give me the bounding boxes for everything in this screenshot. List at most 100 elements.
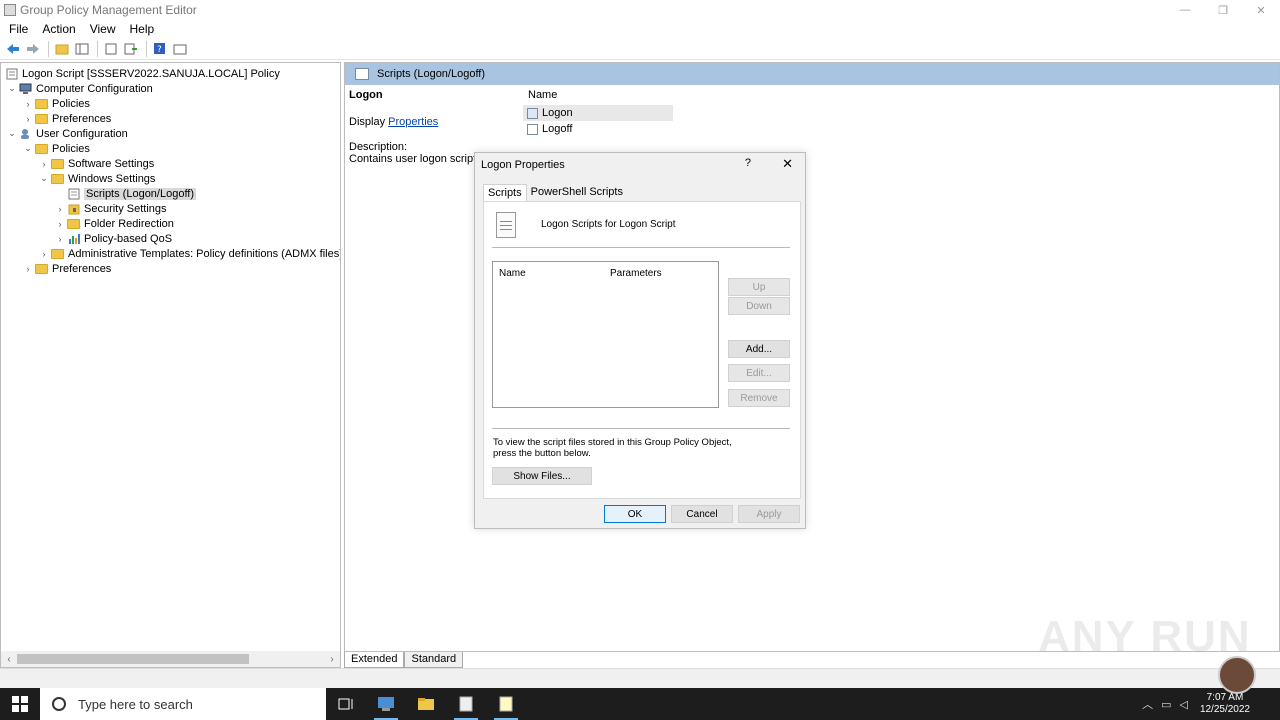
up-button[interactable]: Up [728, 278, 790, 296]
tree-computer-configuration[interactable]: ⌄ Computer Configuration [5, 81, 153, 96]
policy-editor-icon[interactable] [446, 688, 486, 720]
filter-options-icon[interactable] [171, 40, 189, 58]
export-list-icon[interactable] [122, 40, 140, 58]
folder-icon [67, 218, 80, 229]
parameters-column-header[interactable]: Parameters [610, 268, 662, 279]
server-manager-icon[interactable] [366, 688, 406, 720]
folder-icon [35, 113, 48, 124]
menu-bar: File Action View Help [0, 20, 1280, 38]
tree-cc-policies[interactable]: › Policies [21, 96, 90, 111]
network-icon[interactable]: ▭ [1161, 698, 1171, 711]
up-folder-icon[interactable] [53, 40, 71, 58]
chevron-right-icon[interactable]: › [37, 159, 51, 169]
name-column-header[interactable]: Name [499, 268, 526, 279]
scripts-listbox[interactable]: Name Parameters [492, 261, 719, 408]
properties-link[interactable]: Properties [388, 116, 438, 128]
volume-icon[interactable]: ◁ [1179, 698, 1187, 711]
clock-time: 7:07 AM [1206, 692, 1244, 703]
maximize-button[interactable]: ❐ [1204, 0, 1242, 20]
menu-file[interactable]: File [2, 22, 35, 36]
apply-button[interactable]: Apply [738, 505, 800, 523]
file-explorer-icon[interactable] [406, 688, 446, 720]
show-hide-tree-icon[interactable] [73, 40, 91, 58]
script-document-icon [496, 212, 516, 238]
name-column-header[interactable]: Name [523, 89, 673, 105]
divider [492, 428, 790, 429]
search-icon [52, 697, 66, 711]
script-icon [527, 107, 538, 119]
scroll-right-icon[interactable]: › [324, 651, 340, 667]
divider [492, 247, 790, 248]
folder-icon [35, 143, 48, 154]
add-button[interactable]: Add... [728, 340, 790, 358]
properties-icon[interactable] [102, 40, 120, 58]
svg-text:?: ? [157, 45, 162, 55]
chevron-right-icon[interactable]: › [21, 99, 35, 109]
chevron-up-icon[interactable]: ︿ [1142, 696, 1153, 712]
tree-policy-based-qos[interactable]: › Policy-based QoS [53, 231, 173, 246]
notepad-icon[interactable] [486, 688, 526, 720]
tree-uc-preferences[interactable]: › Preferences [21, 261, 112, 276]
cancel-button[interactable]: Cancel [671, 505, 733, 523]
back-icon[interactable] [4, 40, 22, 58]
tree-scripts-logon-logoff[interactable]: Scripts (Logon/Logoff) [53, 186, 197, 201]
list-item-logon[interactable]: Logon [523, 105, 673, 121]
clock[interactable]: 7:07 AM 12/25/2022 [1200, 692, 1250, 716]
help-icon[interactable]: ? [151, 40, 169, 58]
tree-folder-redirection[interactable]: › Folder Redirection [53, 216, 174, 231]
tree-administrative-templates[interactable]: › Administrative Templates: Policy defin… [37, 246, 341, 261]
list-item-logoff[interactable]: Logoff [523, 121, 673, 137]
tree-cc-preferences[interactable]: › Preferences [21, 111, 112, 126]
avatar [1218, 656, 1256, 694]
folder-icon [51, 248, 64, 259]
taskbar: Type here to search ︿ ▭ ◁ 7:07 AM 12/25/… [0, 688, 1280, 720]
tree-security-settings[interactable]: › Security Settings [53, 201, 167, 216]
chevron-right-icon[interactable]: › [53, 219, 67, 229]
menu-view[interactable]: View [83, 22, 123, 36]
scrollbar-thumb[interactable] [17, 654, 249, 664]
folder-icon [35, 98, 48, 109]
selected-item-name: Logon [349, 89, 383, 101]
chevron-down-icon[interactable]: ⌄ [37, 173, 51, 184]
tree-software-settings[interactable]: › Software Settings [37, 156, 155, 171]
info-text: To view the script files stored in this … [493, 437, 732, 459]
scripts-list: Name Logon Logoff [523, 89, 673, 137]
tree-user-configuration[interactable]: ⌄ User Configuration [5, 126, 128, 141]
chevron-right-icon[interactable]: › [21, 114, 35, 124]
dialog-close-button[interactable]: ✕ [782, 156, 793, 172]
policy-icon [5, 67, 18, 80]
ok-button[interactable]: OK [604, 505, 666, 523]
forward-icon[interactable] [24, 40, 42, 58]
scripts-icon [355, 68, 369, 80]
task-view-icon[interactable] [326, 688, 366, 720]
help-button[interactable]: ? [745, 157, 751, 169]
edit-button[interactable]: Edit... [728, 364, 790, 382]
menu-help[interactable]: Help [123, 22, 162, 36]
chevron-right-icon[interactable]: › [53, 234, 67, 244]
down-button[interactable]: Down [728, 297, 790, 315]
scroll-left-icon[interactable]: ‹ [1, 651, 17, 667]
tree-uc-policies[interactable]: ⌄ Policies [21, 141, 90, 156]
chevron-right-icon[interactable]: › [53, 204, 67, 214]
tab-extended[interactable]: Extended [344, 652, 405, 668]
chevron-down-icon[interactable]: ⌄ [5, 83, 19, 94]
tab-scripts[interactable]: Scripts [483, 184, 527, 202]
chevron-right-icon[interactable]: › [21, 264, 35, 274]
computer-icon [19, 82, 32, 95]
remove-button[interactable]: Remove [728, 389, 790, 407]
tab-powershell-scripts[interactable]: PowerShell Scripts [527, 184, 627, 202]
chevron-down-icon[interactable]: ⌄ [5, 128, 19, 139]
show-files-button[interactable]: Show Files... [492, 467, 592, 485]
windows-start-icon[interactable] [0, 688, 40, 720]
clock-date: 12/25/2022 [1199, 704, 1250, 715]
tab-standard[interactable]: Standard [404, 652, 464, 668]
minimize-button[interactable]: — [1166, 0, 1204, 20]
taskbar-search[interactable]: Type here to search [40, 688, 326, 720]
chevron-right-icon[interactable]: › [37, 249, 51, 259]
menu-action[interactable]: Action [35, 22, 82, 36]
horizontal-scrollbar[interactable]: ‹ › [1, 651, 340, 667]
tree-windows-settings[interactable]: ⌄ Windows Settings [37, 171, 155, 186]
chevron-down-icon[interactable]: ⌄ [21, 143, 35, 154]
close-button[interactable]: ✕ [1242, 0, 1280, 20]
tree-root[interactable]: Logon Script [SSSERV2022.SANUJA.LOCAL] P… [5, 66, 280, 81]
